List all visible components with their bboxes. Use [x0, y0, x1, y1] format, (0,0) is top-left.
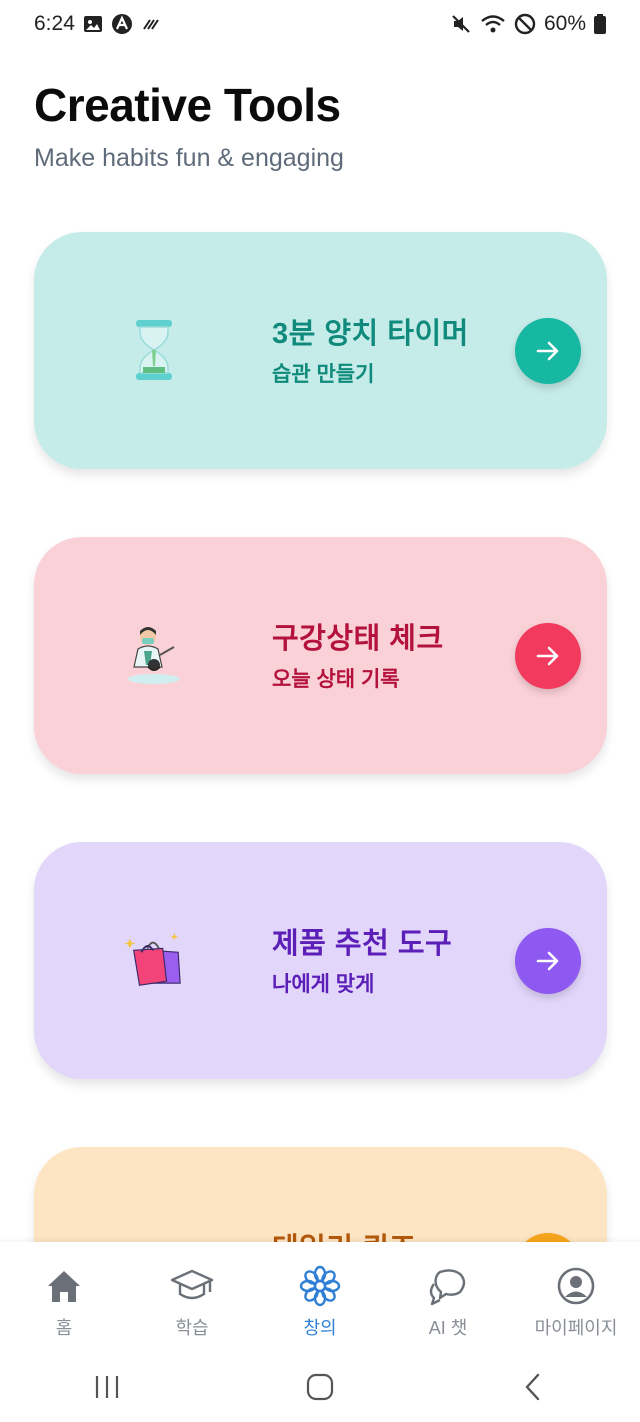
nav-item-creative[interactable]: 창의 — [260, 1242, 380, 1340]
arrow-right-icon — [536, 646, 559, 666]
card-title: 제품 추천 도구 — [272, 928, 453, 960]
shopping-bags-icon — [124, 922, 184, 998]
nav-item-home[interactable]: 홈 — [4, 1242, 124, 1340]
system-nav — [0, 1352, 640, 1422]
arrow-right-icon — [536, 341, 559, 361]
recent-apps-button[interactable] — [67, 1362, 147, 1412]
arrow-right-button[interactable] — [515, 928, 581, 994]
battery-icon — [594, 14, 606, 34]
status-bar: 6:24 60% — [0, 0, 640, 48]
recent-apps-icon — [95, 1376, 118, 1398]
card-title: 구강상태 체크 — [272, 623, 444, 655]
chat-bubbles-icon — [426, 1264, 470, 1308]
arrow-right-button[interactable] — [515, 318, 581, 384]
mute-icon — [450, 13, 472, 35]
nav-item-ai-chat[interactable]: AI 챗 — [388, 1242, 508, 1340]
app-a-icon — [111, 13, 133, 35]
status-left: 6:24 — [34, 12, 161, 36]
nav-item-learning[interactable]: 학습 — [132, 1242, 252, 1340]
status-time: 6:24 — [34, 12, 75, 35]
dentist-icon — [124, 617, 184, 693]
status-right: 60% — [450, 12, 606, 36]
bottom-nav: 홈 학습 창의 AI 챗 마이페이지 — [0, 1242, 640, 1352]
arrow-right-button[interactable] — [515, 623, 581, 689]
page-title: Creative Tools — [34, 79, 341, 131]
battery-percent: 60% — [543, 12, 586, 35]
nav-label: AI 챗 — [428, 1318, 468, 1338]
home-icon — [44, 1264, 84, 1308]
back-chevron-icon — [526, 1373, 540, 1401]
nav-label: 홈 — [55, 1318, 73, 1338]
nav-item-mypage[interactable]: 마이페이지 — [516, 1242, 636, 1340]
user-circle-icon — [556, 1264, 596, 1308]
nav-label: 학습 — [175, 1318, 209, 1338]
nav-label: 마이페이지 — [534, 1318, 618, 1338]
card-oral-check[interactable]: 구강상태 체크 오늘 상태 기록 — [34, 537, 607, 774]
nav-label: 창의 — [303, 1318, 337, 1338]
flower-icon — [299, 1264, 341, 1308]
no-disturb-icon — [514, 13, 536, 35]
arrow-right-icon — [536, 951, 559, 971]
card-subtitle: 나에게 맞게 — [272, 973, 375, 996]
page-subtitle: Make habits fun & engaging — [34, 144, 344, 172]
card-subtitle: 오늘 상태 기록 — [272, 668, 400, 691]
home-square-icon — [306, 1373, 334, 1401]
card-title: 3분 양치 타이머 — [272, 318, 469, 350]
card-subtitle: 습관 만들기 — [272, 363, 375, 386]
wifi-icon — [480, 13, 506, 35]
back-button[interactable] — [493, 1362, 573, 1412]
home-system-button[interactable] — [280, 1362, 360, 1412]
graduation-cap-icon — [170, 1264, 214, 1308]
image-icon — [83, 14, 103, 34]
card-product-recommendation[interactable]: 제품 추천 도구 나에게 맞게 — [34, 842, 607, 1079]
signal-lines-icon — [141, 14, 161, 34]
hourglass-icon — [124, 312, 184, 388]
card-brushing-timer[interactable]: 3분 양치 타이머 습관 만들기 — [34, 232, 607, 469]
